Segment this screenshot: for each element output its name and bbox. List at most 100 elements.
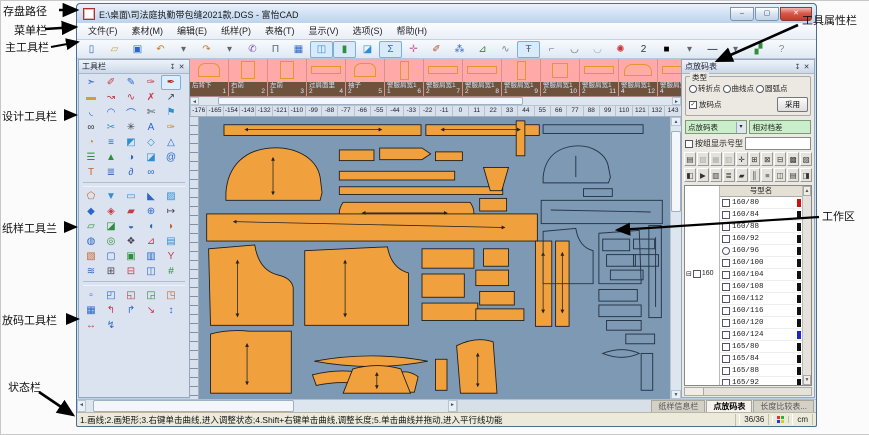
text-a-tool[interactable]: A: [141, 120, 161, 135]
pattern-tool-icon[interactable]: ◗: [161, 219, 181, 234]
pattern-tool-icon[interactable]: ⊕: [141, 204, 161, 219]
grading-mini-icon[interactable]: ≡: [761, 168, 773, 182]
menu-item[interactable]: 显示(V): [302, 24, 346, 39]
grading-mini-icon[interactable]: ⊞: [749, 152, 761, 166]
grading-blocks-icon[interactable]: ▞: [747, 41, 770, 58]
scroll-thumb[interactable]: [93, 400, 294, 412]
lines-tool[interactable]: ☰: [81, 150, 101, 165]
line-style-dropdown[interactable]: ▾: [724, 41, 747, 58]
sewing-machine-icon[interactable]: ⌐: [540, 41, 563, 58]
undo-dropdown[interactable]: ▾: [172, 41, 195, 58]
canvas-vscrollbar[interactable]: ▲ ▼: [670, 117, 681, 399]
size-checkbox[interactable]: [722, 259, 730, 267]
help-icon[interactable]: ?: [770, 41, 793, 58]
grading-mini-icon[interactable]: ▤: [787, 168, 799, 182]
group-display-field[interactable]: [745, 137, 811, 150]
size-row[interactable]: 165/84: [720, 353, 802, 365]
pattern-tool-icon[interactable]: ⊞: [101, 264, 121, 279]
scroll-left-icon[interactable]: ◄: [77, 400, 86, 412]
partial-tool[interactable]: ∂: [121, 165, 141, 180]
adjust-tool[interactable]: ✐: [101, 75, 121, 90]
text-tool[interactable]: T: [81, 165, 101, 180]
grading-tool-icon[interactable]: ◳: [161, 288, 181, 303]
pattern-tool-icon[interactable]: ❖: [121, 234, 141, 249]
pattern-tool-icon[interactable]: ◒: [121, 219, 141, 234]
grading-mini-icon[interactable]: ◧: [684, 168, 696, 182]
pen-tool[interactable]: ✎: [121, 75, 141, 90]
panel-tab[interactable]: 长度比较表...: [753, 400, 814, 412]
title-bar[interactable]: E:\桌面\司法庭执勤带包缝2021款.DGS - 富怡CAD ‒ ▢ ✕: [77, 4, 816, 23]
grading-mini-icon[interactable]: ⊠: [761, 152, 773, 166]
menu-item[interactable]: 表格(T): [258, 24, 302, 39]
左前[interactable]: 左前 13: [268, 59, 307, 96]
grading-mini-icon[interactable]: ▰: [736, 168, 748, 182]
compare-tool[interactable]: ∞: [81, 120, 101, 135]
size-row[interactable]: 160/120: [720, 317, 802, 329]
work-area-canvas[interactable]: [199, 117, 670, 399]
tag-tool[interactable]: ⚑: [161, 105, 181, 120]
grading-tool-icon[interactable]: ↱: [121, 303, 141, 318]
grading-tool-icon[interactable]: ↯: [101, 318, 121, 333]
star-tool[interactable]: ✳: [121, 120, 141, 135]
radio-icon[interactable]: [756, 85, 764, 93]
grading-mini-icon[interactable]: ✛: [736, 152, 748, 166]
unit-segment[interactable]: cm: [792, 414, 813, 425]
grading-mini-icon[interactable]: ▨: [800, 152, 812, 166]
redo-icon[interactable]: ↷: [195, 41, 218, 58]
size-table-hscrollbar[interactable]: [684, 387, 812, 396]
size-table-icon[interactable]: ▦: [287, 41, 310, 58]
size-checkbox[interactable]: [722, 331, 730, 339]
fill-color-icon[interactable]: ▮: [333, 41, 356, 58]
pattern-tool-icon[interactable]: ▢: [101, 249, 121, 264]
color-display-icon[interactable]: ◪: [356, 41, 379, 58]
size-row[interactable]: 165/92: [720, 377, 802, 385]
pattern-tool-icon[interactable]: ◫: [141, 264, 161, 279]
align-points-icon[interactable]: ✛: [402, 41, 425, 58]
dart-tool[interactable]: ◩: [121, 135, 141, 150]
scroll-up-icon[interactable]: ▲: [671, 117, 681, 126]
line-style-swatch[interactable]: —: [701, 41, 724, 58]
menu-item[interactable]: 素材(M): [125, 24, 171, 39]
警服肩宽1[interactable]: 警服肩宽1 16: [385, 59, 424, 96]
pattern-window-icon[interactable]: ◫: [310, 41, 333, 58]
cut-tool[interactable]: ✄: [141, 105, 161, 120]
size-checkbox[interactable]: [722, 271, 730, 279]
scroll-right-icon[interactable]: ►: [448, 400, 457, 412]
menu-item[interactable]: 文件(F): [81, 24, 125, 39]
scroll-right-icon[interactable]: ►: [672, 97, 681, 105]
plotter-icon[interactable]: Π: [264, 41, 287, 58]
line-width-value[interactable]: 2: [632, 41, 655, 58]
protractor-tool[interactable]: ◔: [81, 135, 101, 150]
size-checkbox[interactable]: [722, 379, 730, 386]
grading-tool-icon[interactable]: ▦: [81, 303, 101, 318]
wave-tool[interactable]: ∿: [121, 90, 141, 105]
grading-tool-icon[interactable]: ◱: [121, 288, 141, 303]
size-row[interactable]: 160/92: [720, 233, 802, 245]
line-color-swatch[interactable]: ■: [655, 41, 678, 58]
new-file-icon[interactable]: ▯: [80, 41, 103, 58]
size-row[interactable]: 165/88: [720, 365, 802, 377]
grading-mini-icon[interactable]: ◨: [800, 168, 812, 182]
grading-mini-icon[interactable]: ⊟: [774, 152, 786, 166]
警服肩宽1[interactable]: 警服肩宽1 27: [424, 59, 463, 96]
size-row[interactable]: 160/84: [720, 209, 802, 221]
size-checkbox[interactable]: [722, 223, 730, 231]
flip-tool[interactable]: ◪: [141, 150, 161, 165]
警服肩宽1[interactable]: 警服肩宽1 19: [502, 59, 541, 96]
pin-icon[interactable]: ↧: [793, 63, 802, 71]
save-icon[interactable]: ▣: [126, 41, 149, 58]
shade-tool[interactable]: ◑: [121, 150, 141, 165]
corner-tool[interactable]: ◟: [81, 105, 101, 120]
menu-item[interactable]: 帮助(H): [390, 24, 435, 39]
menu-item[interactable]: 编辑(E): [170, 24, 214, 39]
list-tool[interactable]: ≣: [101, 165, 121, 180]
pleat-tool[interactable]: △: [161, 135, 181, 150]
size-row[interactable]: 160/104: [720, 269, 802, 281]
color-wheel-icon[interactable]: ✺: [609, 41, 632, 58]
strip-scrollbar[interactable]: ◄ ►: [190, 97, 681, 106]
grading-mini-icon[interactable]: ≣: [723, 168, 735, 182]
pattern-tool-icon[interactable]: ▨: [161, 189, 181, 204]
curve-check-icon[interactable]: ∿: [494, 41, 517, 58]
size-checkbox[interactable]: [722, 199, 730, 207]
delete-tool[interactable]: ✗: [141, 90, 161, 105]
